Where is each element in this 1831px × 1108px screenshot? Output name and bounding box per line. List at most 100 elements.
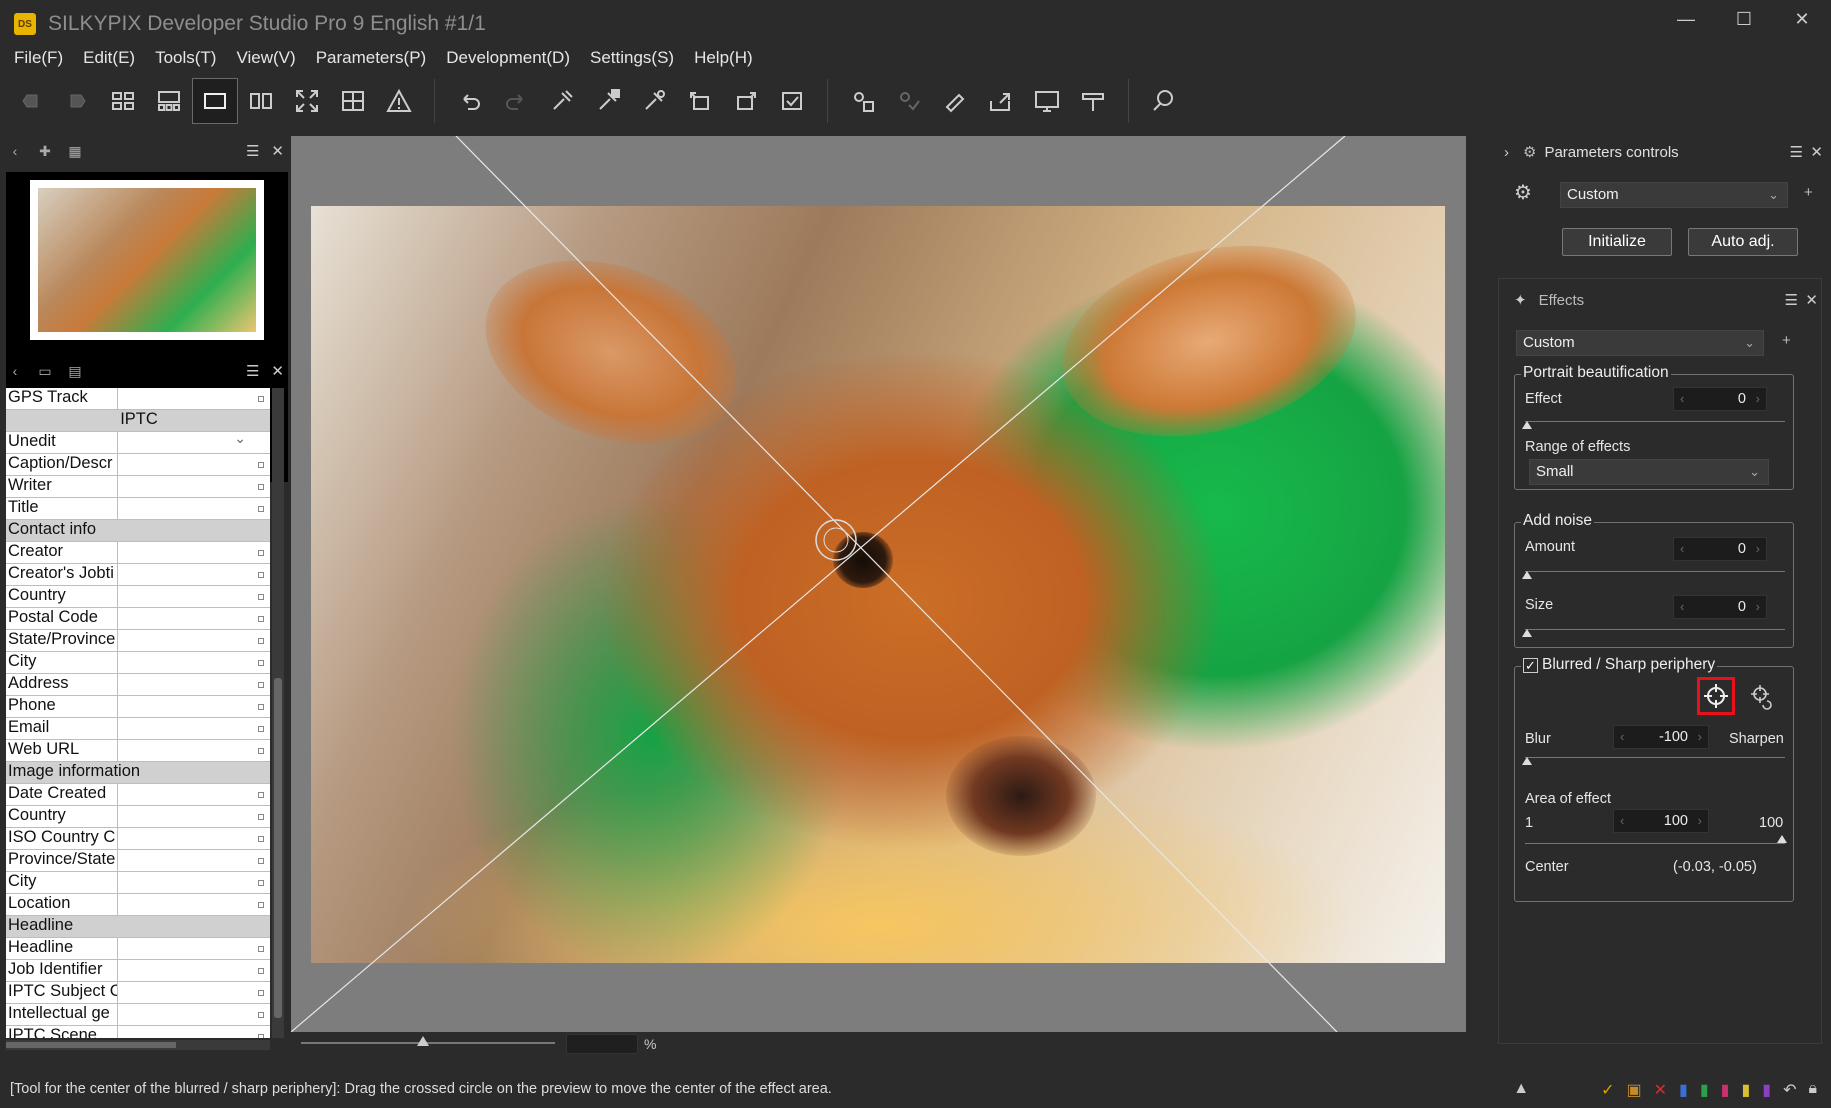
metadata-value[interactable] <box>118 938 270 959</box>
menu-help[interactable]: Help(H) <box>680 46 759 70</box>
maximize-button[interactable]: ☐ <box>1715 0 1773 38</box>
metadata-row[interactable]: Country <box>6 586 270 608</box>
metadata-value[interactable] <box>118 740 270 761</box>
develop-settings-icon[interactable] <box>840 78 886 124</box>
metadata-table[interactable]: GPS TrackIPTCUneditCaption/DescrWriterTi… <box>6 388 270 1038</box>
metadata-row[interactable]: Writer <box>6 476 270 498</box>
amount-slider-handle[interactable] <box>1522 571 1532 579</box>
area-slider-track[interactable] <box>1525 843 1785 844</box>
batch-develop-icon[interactable] <box>932 78 978 124</box>
preview-photo[interactable] <box>311 206 1445 963</box>
increment-icon[interactable]: › <box>1698 726 1702 748</box>
metadata-row[interactable]: Job Identifier <box>6 960 270 982</box>
metadata-row[interactable]: Postal Code <box>6 608 270 630</box>
pipette-icon[interactable] <box>539 78 585 124</box>
green-label-icon[interactable]: ▮ <box>1700 1080 1709 1100</box>
blur-sharpen-value-input[interactable]: ‹ -100 › <box>1613 725 1709 749</box>
reject-icon[interactable]: ✕ <box>1654 1080 1667 1100</box>
thumbnail-preview-icon[interactable] <box>146 78 192 124</box>
size-slider-handle[interactable] <box>1522 629 1532 637</box>
yellow-label-icon[interactable]: ▮ <box>1741 1080 1750 1100</box>
decrement-icon[interactable]: ‹ <box>1680 596 1684 618</box>
metadata-value[interactable] <box>118 430 270 453</box>
metadata-value[interactable] <box>118 454 270 475</box>
brush-picker-icon[interactable] <box>631 78 677 124</box>
increment-icon[interactable]: › <box>1756 596 1760 618</box>
metadata-row[interactable]: Date Created <box>6 784 270 806</box>
metadata-value[interactable] <box>118 982 270 1003</box>
add-preset-icon[interactable]: + <box>1804 184 1813 201</box>
metadata-value[interactable] <box>118 696 270 717</box>
metadata-horizontal-scrollbar[interactable] <box>6 1040 270 1050</box>
compare-view-icon[interactable] <box>238 78 284 124</box>
metadata-value[interactable] <box>118 1004 270 1025</box>
amount-value-input[interactable]: ‹ 0 › <box>1673 537 1767 561</box>
metadata-value[interactable] <box>118 828 270 849</box>
decrement-icon[interactable]: ‹ <box>1620 810 1624 832</box>
metadata-value[interactable] <box>118 586 270 607</box>
single-preview-icon[interactable] <box>192 78 238 124</box>
panel-menu-icon[interactable]: ☰ <box>246 142 259 160</box>
scrollbar-thumb[interactable] <box>6 1042 176 1048</box>
collapse-left-icon[interactable]: ‹ <box>0 357 30 385</box>
metadata-row[interactable]: ISO Country C <box>6 828 270 850</box>
thumbnail-grid-icon[interactable] <box>100 78 146 124</box>
metadata-row[interactable]: Phone <box>6 696 270 718</box>
metadata-value[interactable] <box>118 498 270 519</box>
lock-icon[interactable]: 🔒︎ <box>1808 1080 1817 1100</box>
blue-label-icon[interactable]: ▮ <box>1679 1080 1688 1100</box>
purple-label-icon[interactable]: ▮ <box>1762 1080 1771 1100</box>
increment-icon[interactable]: › <box>1698 810 1702 832</box>
export-icon[interactable] <box>978 78 1024 124</box>
panel-menu-icon[interactable]: ☰ <box>246 362 259 380</box>
metadata-row[interactable]: Unedit <box>6 430 270 454</box>
metadata-row[interactable]: City <box>6 652 270 674</box>
prev-image-icon[interactable] <box>8 78 54 124</box>
collapse-left-icon[interactable]: ‹ <box>0 137 30 165</box>
panel-menu-icon[interactable]: ☰ <box>1790 143 1803 161</box>
copy-icon[interactable]: ▣ <box>1626 1080 1641 1100</box>
preview-area[interactable] <box>291 136 1466 1032</box>
histogram-tab-icon[interactable]: ▦ <box>60 137 90 165</box>
metadata-value[interactable] <box>118 674 270 695</box>
metadata-row[interactable]: Intellectual ge <box>6 1004 270 1026</box>
periphery-enable-checkbox[interactable]: ✓ <box>1523 657 1538 673</box>
decrement-icon[interactable]: ‹ <box>1680 538 1684 560</box>
metadata-row[interactable]: Creator <box>6 542 270 564</box>
metadata-value[interactable] <box>118 718 270 739</box>
effect-slider-track[interactable] <box>1525 421 1785 422</box>
metadata-row[interactable]: Creator's Jobti <box>6 564 270 586</box>
minimize-button[interactable]: — <box>1657 0 1715 38</box>
metadata-value[interactable] <box>118 850 270 871</box>
blur-sharpen-slider-track[interactable] <box>1525 757 1785 758</box>
area-slider-handle[interactable] <box>1777 835 1787 843</box>
metadata-value[interactable] <box>118 784 270 805</box>
center-reset-button[interactable] <box>1747 681 1777 711</box>
monitor-icon[interactable] <box>1024 78 1070 124</box>
panel-close-icon[interactable]: ✕ <box>1805 291 1818 309</box>
area-of-effect-value-input[interactable]: ‹ 100 › <box>1613 809 1709 833</box>
menu-settings[interactable]: Settings(S) <box>576 46 680 70</box>
navigator-tab-icon[interactable]: ✚ <box>30 137 60 165</box>
menu-edit[interactable]: Edit(E) <box>69 46 141 70</box>
redo-icon[interactable] <box>493 78 539 124</box>
blur-sharpen-slider-handle[interactable] <box>1522 757 1532 765</box>
metadata-row[interactable]: Web URL <box>6 740 270 762</box>
metadata-row[interactable]: Headline <box>6 938 270 960</box>
metadata-row[interactable]: State/Province <box>6 630 270 652</box>
comment-tab-icon[interactable]: ▤ <box>60 357 90 385</box>
metadata-row[interactable]: Title <box>6 498 270 520</box>
add-preset-icon[interactable]: + <box>1782 332 1791 349</box>
panel-close-icon[interactable]: ✕ <box>271 142 284 160</box>
metadata-row[interactable]: Caption/Descr <box>6 454 270 476</box>
size-value-input[interactable]: ‹ 0 › <box>1673 595 1767 619</box>
red-label-icon[interactable]: ▮ <box>1721 1080 1730 1100</box>
folder-tab-icon[interactable]: ▭ <box>30 357 60 385</box>
size-slider-track[interactable] <box>1525 629 1785 630</box>
effect-value-input[interactable]: ‹ 0 › <box>1673 387 1767 411</box>
metadata-value[interactable] <box>118 652 270 673</box>
metadata-value[interactable] <box>118 476 270 497</box>
initialize-button[interactable]: Initialize <box>1562 228 1672 256</box>
search-image-icon[interactable] <box>1141 78 1187 124</box>
image-info-icon[interactable]: ▲ <box>1513 1080 1529 1100</box>
